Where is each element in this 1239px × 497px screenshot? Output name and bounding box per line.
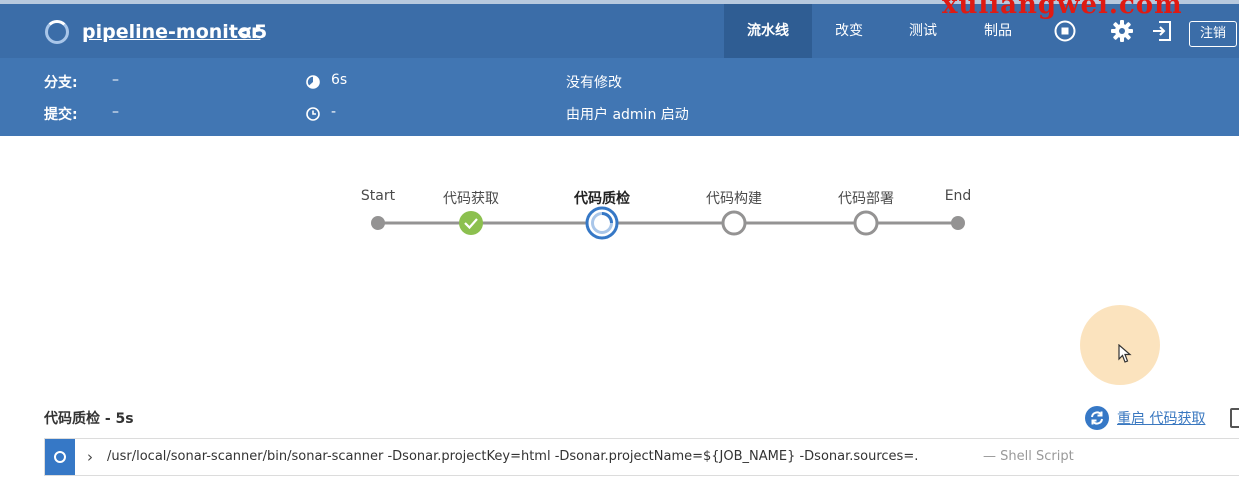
log-step-row[interactable]: › /usr/local/sonar-scanner/bin/sonar-sca… [44,438,1239,476]
gear-icon[interactable] [1110,19,1134,43]
changes-text: 没有修改 [566,75,622,91]
clock-icon [306,107,320,121]
stage-label-checkout[interactable]: 代码获取 [411,188,531,208]
stage-start-node [371,216,385,230]
duration-icon [306,75,320,89]
stage-pending-node-build[interactable] [721,210,747,236]
run-number: 5 [254,21,268,43]
branch-label: 分支: [44,75,78,91]
stage-label-quality[interactable]: 代码质检 [542,188,662,208]
run-info-band: 分支: – 提交: – 6s - 没有修改 由用户 admin 启动 [0,58,1239,136]
stage-success-node[interactable] [459,211,483,235]
tab-pipeline[interactable]: 流水线 [724,4,812,58]
pipeline-graph-canvas [371,206,965,240]
start-time-value: - [331,104,337,120]
stage-running-node[interactable] [585,206,619,240]
commit-label: 提交: [44,107,78,123]
stage-label-end: End [944,188,972,204]
trigger-text: 由用户 admin 启动 [566,107,689,123]
exit-icon[interactable] [1150,19,1174,43]
external-link-icon[interactable] [1230,408,1239,428]
chevron-left-icon: < [236,20,253,44]
duration-value: 6s [331,72,348,88]
logout-button[interactable]: 注销 [1189,21,1237,47]
log-command: /usr/local/sonar-scanner/bin/sonar-scann… [107,449,919,464]
step-status-running [45,439,75,475]
restart-icon[interactable] [1085,406,1109,430]
running-ring-icon [54,451,66,463]
branch-value: – [112,72,119,88]
running-spinner-icon [45,20,69,44]
stage-end-node [951,216,965,230]
log-step-type: — Shell Script [983,449,1074,464]
pipeline-name-link[interactable]: pipeline-monitor [82,21,260,43]
stage-pending-node-deploy[interactable] [853,210,879,236]
step-title: 代码质检 - 5s [44,411,134,427]
expand-chevron-icon[interactable]: › [87,448,93,466]
stop-icon[interactable] [1053,19,1077,43]
pipeline-graph: Start 代码获取 代码质检 代码构建 代码部署 End [0,136,1239,286]
watermark-text: xuliangwei.com [942,0,1183,20]
mouse-cursor-icon [1118,344,1132,363]
restart-stage-link[interactable]: 重启 代码获取 [1117,408,1205,428]
top-header: pipeline-monitor < 5 流水线 改变 测试 制品 注销 xul… [0,0,1239,58]
commit-value: – [112,104,119,120]
tab-changes[interactable]: 改变 [812,4,886,58]
stage-label-build[interactable]: 代码构建 [674,188,794,208]
